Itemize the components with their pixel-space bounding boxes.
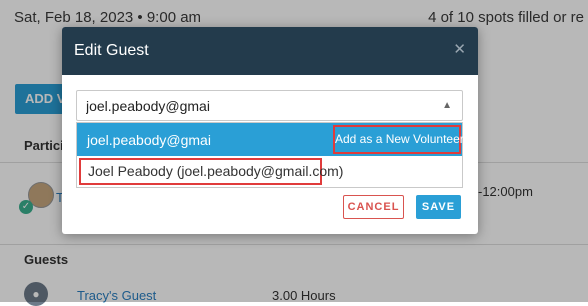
modal-header: Edit Guest ✕ xyxy=(62,27,478,75)
typed-option-label: joel.peabody@gmai xyxy=(87,132,211,148)
guest-search-input[interactable] xyxy=(86,96,416,116)
chevron-up-icon[interactable]: ▲ xyxy=(442,100,452,111)
add-as-new-volunteer-button[interactable]: Add as a New Volunteer xyxy=(333,125,464,154)
modal-title: Edit Guest xyxy=(74,42,149,59)
guest-search-select[interactable]: ▲ xyxy=(76,90,463,121)
guest-dropdown-list: joel.peabody@gmai Add as a New Volunteer… xyxy=(76,122,464,188)
save-button[interactable]: SAVE xyxy=(416,195,461,219)
dropdown-option-result[interactable]: Joel Peabody (joel.peabody@gmail.com) xyxy=(79,158,343,185)
close-icon[interactable]: ✕ xyxy=(453,40,466,58)
edit-guest-modal: Edit Guest ✕ ▲ joel.peabody@gmai Add as … xyxy=(62,27,478,234)
dropdown-option-typed[interactable]: joel.peabody@gmai Add as a New Volunteer xyxy=(77,123,464,156)
cancel-button[interactable]: CANCEL xyxy=(343,195,404,219)
